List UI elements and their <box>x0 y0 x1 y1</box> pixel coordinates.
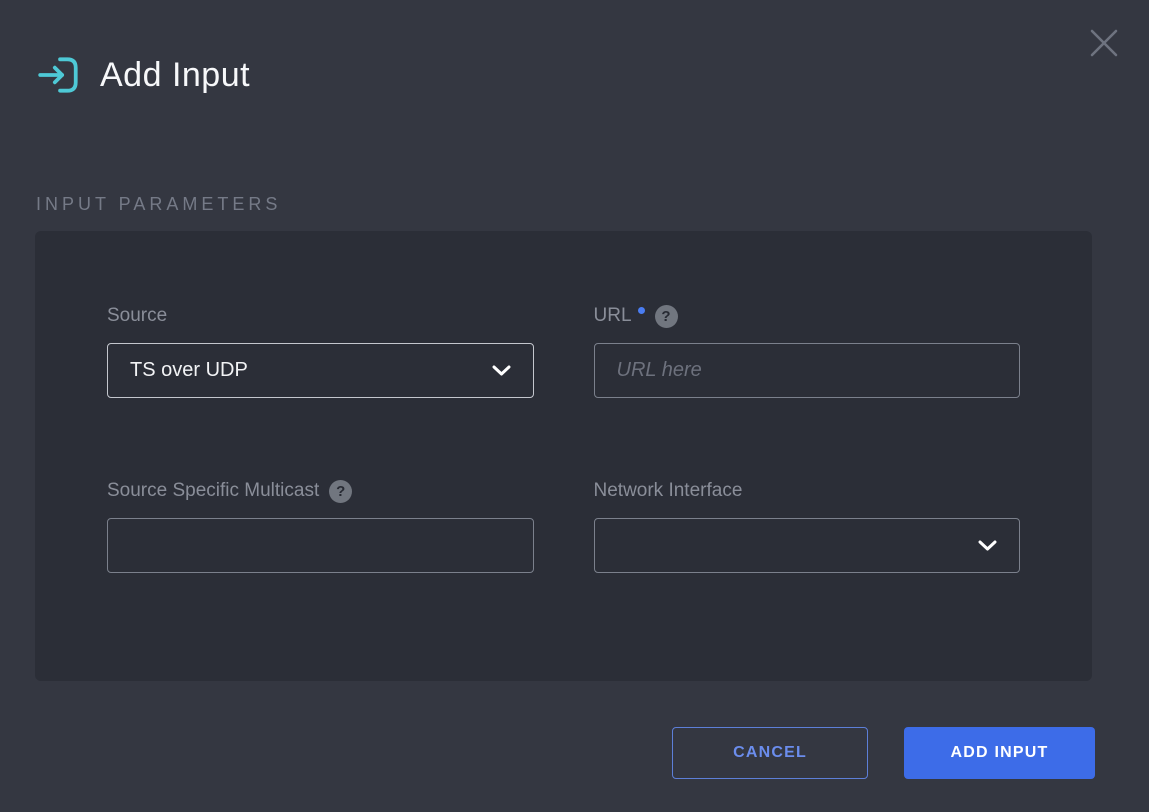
close-icon <box>1087 26 1121 60</box>
network-interface-select[interactable] <box>594 518 1021 573</box>
field-source-specific-multicast: Source Specific Multicast ? <box>107 478 534 573</box>
field-network-interface: Network Interface <box>594 478 1021 573</box>
source-select-value: TS over UDP <box>130 359 248 382</box>
url-label: URL <box>594 305 632 327</box>
modal-header: Add Input <box>36 52 250 98</box>
ssm-help-icon[interactable]: ? <box>329 480 352 503</box>
chevron-down-icon <box>978 540 997 552</box>
source-label: Source <box>107 305 167 327</box>
page-title: Add Input <box>100 56 250 95</box>
url-input[interactable] <box>594 343 1021 398</box>
cancel-button[interactable]: CANCEL <box>672 727 868 779</box>
url-help-icon[interactable]: ? <box>655 305 678 328</box>
chevron-down-icon <box>492 365 511 377</box>
ssm-input[interactable] <box>107 518 534 573</box>
modal-footer: CANCEL ADD INPUT <box>672 727 1095 779</box>
ssm-label: Source Specific Multicast <box>107 480 319 502</box>
required-dot-icon <box>638 307 645 314</box>
field-url: URL ? <box>594 303 1021 398</box>
add-input-button[interactable]: ADD INPUT <box>904 727 1095 779</box>
close-button[interactable] <box>1083 22 1125 64</box>
source-select[interactable]: TS over UDP <box>107 343 534 398</box>
sign-in-arrow-icon <box>36 52 82 98</box>
input-parameters-panel: Source TS over UDP URL ? <box>35 231 1092 681</box>
network-interface-label: Network Interface <box>594 480 743 502</box>
field-source: Source TS over UDP <box>107 303 534 398</box>
section-title: INPUT PARAMETERS <box>36 194 281 215</box>
